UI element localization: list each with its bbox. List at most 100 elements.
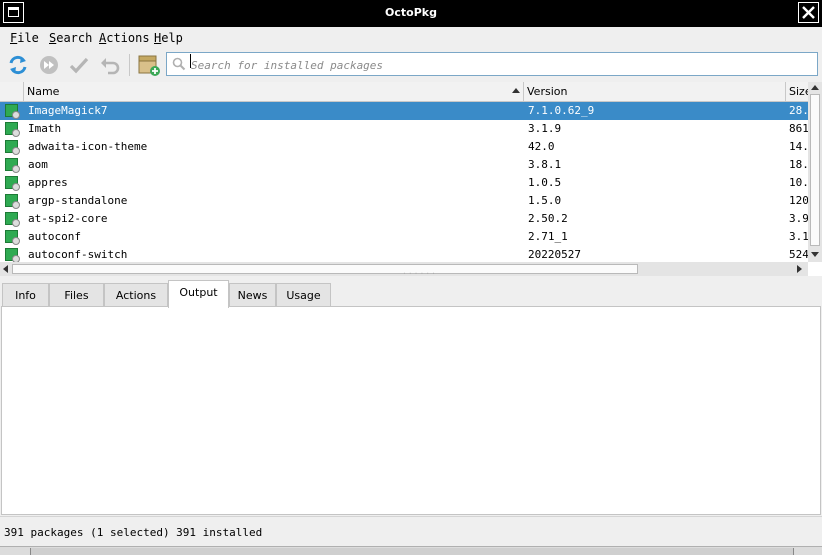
rollback-button[interactable] [98, 53, 122, 77]
column-header-size-label: Size [789, 85, 808, 98]
package-size: 3.9 [789, 212, 808, 225]
table-row[interactable]: adwaita-icon-theme 42.0 14. [0, 138, 808, 156]
package-name: aom [28, 158, 48, 171]
package-table: Name Version Size ImageMagick7 7.1.0.62_… [0, 82, 822, 276]
package-name: autoconf [28, 230, 81, 243]
package-version: 2.50.2 [528, 212, 568, 225]
package-name: autoconf-switch [28, 248, 128, 261]
bottom-resize-strip[interactable] [0, 546, 822, 555]
menu-bar: File Search Actions Help [0, 27, 822, 49]
menu-search[interactable]: Search [49, 31, 92, 45]
vertical-scrollbar[interactable] [808, 82, 822, 262]
menu-actions[interactable]: Actions [99, 31, 150, 45]
table-row[interactable]: argp-standalone 1.5.0 120 [0, 192, 808, 210]
package-version: 3.1.9 [528, 122, 562, 135]
scroll-right-icon[interactable] [797, 265, 802, 273]
sync-button[interactable] [6, 53, 30, 77]
tab-news-label: News [237, 289, 268, 302]
package-name: adwaita-icon-theme [28, 140, 148, 153]
text-cursor [190, 54, 191, 68]
undo-icon [101, 58, 120, 75]
column-header-size[interactable]: Size [786, 82, 808, 101]
package-name: ImageMagick7 [28, 104, 108, 117]
package-size: 861 [789, 122, 808, 135]
package-version: 3.8.1 [528, 158, 562, 171]
installed-package-icon [5, 230, 20, 245]
menu-file[interactable]: File [10, 31, 39, 45]
detail-tabs: Info Files Actions Output News Usage [0, 280, 822, 308]
fast-forward-icon [40, 56, 58, 74]
installed-package-icon [5, 140, 20, 155]
search-input[interactable] [189, 54, 813, 76]
tab-news[interactable]: News [229, 283, 276, 307]
tab-files[interactable]: Files [49, 283, 104, 307]
package-name: at-spi2-core [28, 212, 108, 225]
column-header-version[interactable]: Version [524, 82, 786, 101]
installed-package-icon [5, 158, 20, 173]
package-size: 120 [789, 194, 808, 207]
toolbar-separator [129, 54, 130, 76]
package-size: 10. [789, 176, 808, 189]
table-row[interactable]: autoconf-switch 20220527 524 [0, 246, 808, 262]
upgrade-button[interactable] [37, 53, 61, 77]
tab-files-label: Files [64, 289, 89, 302]
status-text: 391 packages (1 selected) 391 installed [4, 526, 263, 539]
close-button[interactable] [798, 2, 819, 23]
installed-package-icon [5, 194, 20, 209]
horizontal-scroll-thumb[interactable] [12, 264, 638, 274]
package-name: Imath [28, 122, 62, 135]
commit-button[interactable] [67, 53, 91, 77]
search-box[interactable] [166, 52, 818, 76]
scroll-down-icon[interactable] [811, 252, 819, 257]
package-size: 3.1 [789, 230, 808, 243]
package-add-icon [138, 55, 160, 76]
column-header-name[interactable]: Name [24, 82, 524, 101]
table-row[interactable]: Imath 3.1.9 861 [0, 120, 808, 138]
scroll-left-icon[interactable] [3, 265, 8, 273]
table-row[interactable]: aom 3.8.1 18. [0, 156, 808, 174]
installed-package-icon [5, 212, 20, 227]
scroll-up-icon[interactable] [811, 85, 819, 90]
toolbar [0, 49, 822, 81]
package-version: 1.0.5 [528, 176, 562, 189]
package-version: 42.0 [528, 140, 555, 153]
package-version: 1.5.0 [528, 194, 562, 207]
installed-package-icon [5, 248, 20, 262]
checkmark-icon [69, 57, 89, 74]
table-body: ImageMagick7 7.1.0.62_9 28. Imath 3.1.9 … [0, 102, 808, 262]
package-version: 20220527 [528, 248, 581, 261]
tab-output[interactable]: Output [168, 280, 229, 308]
resize-grip[interactable] [30, 548, 794, 555]
package-size: 14. [789, 140, 808, 153]
package-version: 7.1.0.62_9 [528, 104, 595, 117]
table-row[interactable]: at-spi2-core 2.50.2 3.9 [0, 210, 808, 228]
output-panel[interactable] [1, 306, 821, 515]
tab-usage-label: Usage [286, 289, 321, 302]
tab-output-label: Output [179, 286, 218, 299]
installed-package-icon [5, 176, 20, 191]
menu-help[interactable]: Help [154, 31, 183, 45]
table-header: Name Version Size [0, 82, 808, 102]
column-header-name-label: Name [27, 85, 60, 98]
package-size: 28. [789, 104, 808, 117]
column-header-icon[interactable] [0, 82, 24, 101]
tab-actions[interactable]: Actions [104, 283, 168, 307]
package-name: argp-standalone [28, 194, 128, 207]
install-local-button[interactable] [137, 53, 161, 77]
status-bar: 391 packages (1 selected) 391 installed [0, 516, 822, 547]
table-row[interactable]: appres 1.0.5 10. [0, 174, 808, 192]
package-name: appres [28, 176, 68, 189]
table-row[interactable]: autoconf 2.71_1 3.1 [0, 228, 808, 246]
tab-actions-label: Actions [115, 289, 157, 302]
tab-usage[interactable]: Usage [276, 283, 331, 307]
tab-info[interactable]: Info [2, 283, 49, 307]
package-size: 18. [789, 158, 808, 171]
column-header-version-label: Version [527, 85, 568, 98]
sort-ascending-icon [512, 88, 520, 93]
window-title-bar[interactable]: OctoPkg [0, 0, 822, 27]
vertical-scroll-thumb[interactable] [810, 94, 820, 246]
installed-package-icon [5, 122, 20, 137]
table-row[interactable]: ImageMagick7 7.1.0.62_9 28. [0, 102, 808, 120]
sync-icon [9, 55, 27, 75]
tab-info-label: Info [15, 289, 36, 302]
